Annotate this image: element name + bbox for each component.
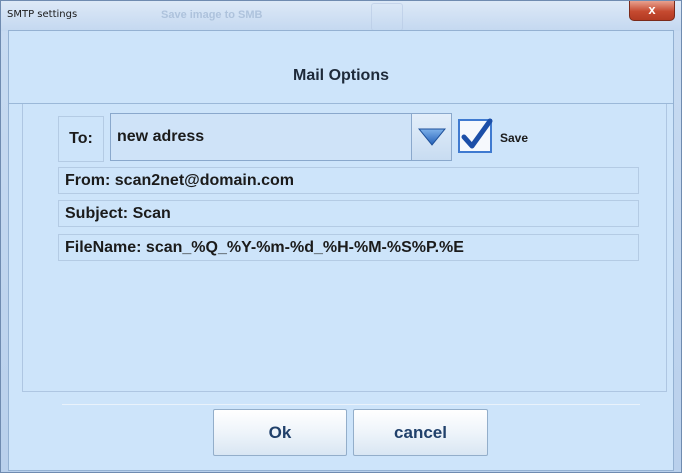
to-dropdown-button[interactable]: [411, 114, 451, 160]
ok-button[interactable]: Ok: [213, 409, 347, 456]
background-window-icon: [371, 3, 403, 31]
close-button[interactable]: x: [629, 1, 675, 21]
checkmark-icon: [461, 118, 493, 149]
footer-divider: [62, 404, 640, 405]
window-title: SMTP settings: [7, 9, 78, 20]
title-bar[interactable]: SMTP settings Save image to SMB x: [1, 1, 681, 31]
save-label: Save: [500, 131, 529, 145]
filename-field[interactable]: FileName: scan_%Q_%Y-%m-%d_%H-%M-%S%P.%E: [58, 234, 639, 261]
header-panel: Mail Options: [9, 31, 673, 104]
chevron-down-icon: [418, 128, 446, 146]
to-label: To:: [58, 116, 104, 162]
save-checkbox[interactable]: [458, 118, 493, 153]
background-window-title: Save image to SMB: [161, 9, 263, 21]
close-icon: x: [648, 2, 656, 17]
from-field[interactable]: From: scan2net@domain.com: [58, 167, 639, 194]
subject-field[interactable]: Subject: Scan: [58, 200, 639, 227]
cancel-button[interactable]: cancel: [353, 409, 488, 456]
to-recipient-combobox[interactable]: new adress: [110, 113, 452, 161]
page-title: Mail Options: [293, 67, 389, 84]
to-recipient-value: new adress: [117, 128, 205, 145]
